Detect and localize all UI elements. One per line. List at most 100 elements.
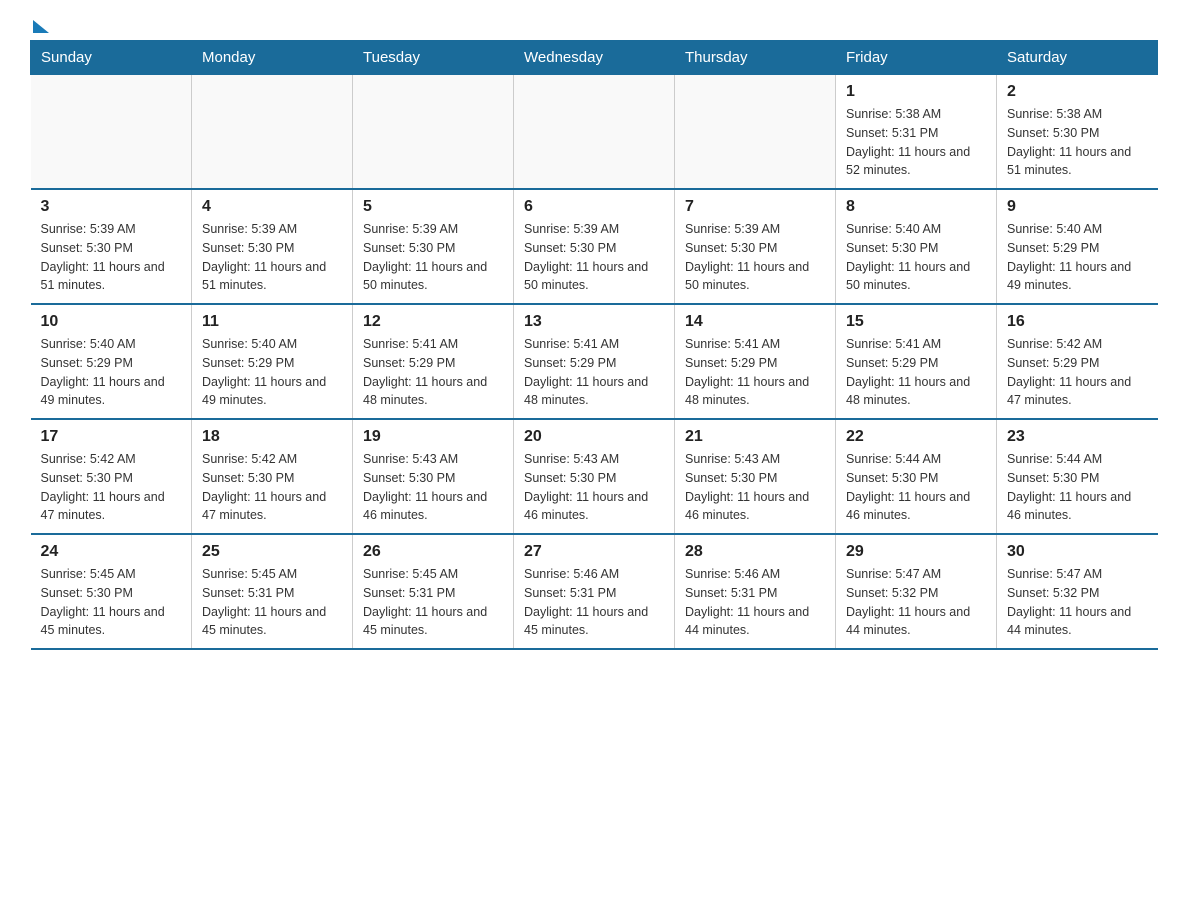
day-info: Sunrise: 5:47 AMSunset: 5:32 PMDaylight:… xyxy=(1007,565,1148,640)
day-info: Sunrise: 5:40 AMSunset: 5:29 PMDaylight:… xyxy=(1007,220,1148,295)
day-number: 29 xyxy=(846,543,986,561)
calendar-cell: 10 Sunrise: 5:40 AMSunset: 5:29 PMDayligh… xyxy=(31,304,192,419)
day-info: Sunrise: 5:43 AMSunset: 5:30 PMDaylight:… xyxy=(363,450,503,525)
day-number: 16 xyxy=(1007,313,1148,331)
day-number: 18 xyxy=(202,428,342,446)
day-info: Sunrise: 5:39 AMSunset: 5:30 PMDaylight:… xyxy=(363,220,503,295)
day-number: 5 xyxy=(363,198,503,216)
calendar-week-row: 10 Sunrise: 5:40 AMSunset: 5:29 PMDayligh… xyxy=(31,304,1158,419)
day-info: Sunrise: 5:42 AMSunset: 5:29 PMDaylight:… xyxy=(1007,335,1148,410)
day-number: 2 xyxy=(1007,83,1148,101)
calendar-week-row: 1 Sunrise: 5:38 AMSunset: 5:31 PMDaylight… xyxy=(31,75,1158,190)
day-info: Sunrise: 5:47 AMSunset: 5:32 PMDaylight:… xyxy=(846,565,986,640)
day-info: Sunrise: 5:41 AMSunset: 5:29 PMDaylight:… xyxy=(846,335,986,410)
day-info: Sunrise: 5:45 AMSunset: 5:30 PMDaylight:… xyxy=(41,565,182,640)
day-info: Sunrise: 5:41 AMSunset: 5:29 PMDaylight:… xyxy=(524,335,664,410)
day-header-sunday: Sunday xyxy=(31,41,192,75)
day-info: Sunrise: 5:38 AMSunset: 5:30 PMDaylight:… xyxy=(1007,105,1148,180)
calendar-cell: 1 Sunrise: 5:38 AMSunset: 5:31 PMDaylight… xyxy=(836,75,997,190)
calendar-cell: 24 Sunrise: 5:45 AMSunset: 5:30 PMDayligh… xyxy=(31,534,192,649)
day-info: Sunrise: 5:44 AMSunset: 5:30 PMDaylight:… xyxy=(1007,450,1148,525)
day-info: Sunrise: 5:41 AMSunset: 5:29 PMDaylight:… xyxy=(685,335,825,410)
calendar-cell: 15 Sunrise: 5:41 AMSunset: 5:29 PMDayligh… xyxy=(836,304,997,419)
day-header-friday: Friday xyxy=(836,41,997,75)
day-info: Sunrise: 5:45 AMSunset: 5:31 PMDaylight:… xyxy=(363,565,503,640)
calendar-cell: 30Sunrise: 5:47 AMSunset: 5:32 PMDayligh… xyxy=(997,534,1158,649)
day-number: 8 xyxy=(846,198,986,216)
day-number: 27 xyxy=(524,543,664,561)
day-number: 23 xyxy=(1007,428,1148,446)
calendar-cell: 19 Sunrise: 5:43 AMSunset: 5:30 PMDayligh… xyxy=(353,419,514,534)
calendar-cell: 20Sunrise: 5:43 AMSunset: 5:30 PMDayligh… xyxy=(514,419,675,534)
day-info: Sunrise: 5:43 AMSunset: 5:30 PMDaylight:… xyxy=(524,450,664,525)
calendar-cell xyxy=(514,75,675,190)
day-header-monday: Monday xyxy=(192,41,353,75)
calendar-week-row: 3 Sunrise: 5:39 AMSunset: 5:30 PMDaylight… xyxy=(31,189,1158,304)
calendar-cell: 4 Sunrise: 5:39 AMSunset: 5:30 PMDaylight… xyxy=(192,189,353,304)
day-info: Sunrise: 5:41 AMSunset: 5:29 PMDaylight:… xyxy=(363,335,503,410)
calendar-cell xyxy=(353,75,514,190)
calendar-cell: 2 Sunrise: 5:38 AMSunset: 5:30 PMDaylight… xyxy=(997,75,1158,190)
day-info: Sunrise: 5:46 AMSunset: 5:31 PMDaylight:… xyxy=(524,565,664,640)
day-number: 3 xyxy=(41,198,182,216)
day-info: Sunrise: 5:38 AMSunset: 5:31 PMDaylight:… xyxy=(846,105,986,180)
day-number: 14 xyxy=(685,313,825,331)
calendar-cell: 17 Sunrise: 5:42 AMSunset: 5:30 PMDayligh… xyxy=(31,419,192,534)
day-header-wednesday: Wednesday xyxy=(514,41,675,75)
calendar-cell: 29 Sunrise: 5:47 AMSunset: 5:32 PMDayligh… xyxy=(836,534,997,649)
day-header-tuesday: Tuesday xyxy=(353,41,514,75)
calendar-week-row: 24 Sunrise: 5:45 AMSunset: 5:30 PMDayligh… xyxy=(31,534,1158,649)
day-number: 17 xyxy=(41,428,182,446)
logo-triangle-icon xyxy=(33,20,49,33)
calendar-header-row: SundayMondayTuesdayWednesdayThursdayFrid… xyxy=(31,41,1158,75)
calendar-cell: 3 Sunrise: 5:39 AMSunset: 5:30 PMDaylight… xyxy=(31,189,192,304)
day-number: 24 xyxy=(41,543,182,561)
day-number: 19 xyxy=(363,428,503,446)
day-info: Sunrise: 5:40 AMSunset: 5:29 PMDaylight:… xyxy=(202,335,342,410)
day-number: 9 xyxy=(1007,198,1148,216)
day-number: 13 xyxy=(524,313,664,331)
day-info: Sunrise: 5:39 AMSunset: 5:30 PMDaylight:… xyxy=(41,220,182,295)
calendar-week-row: 17 Sunrise: 5:42 AMSunset: 5:30 PMDayligh… xyxy=(31,419,1158,534)
day-number: 25 xyxy=(202,543,342,561)
day-number: 21 xyxy=(685,428,825,446)
calendar-cell xyxy=(675,75,836,190)
calendar-cell: 7 Sunrise: 5:39 AMSunset: 5:30 PMDaylight… xyxy=(675,189,836,304)
day-number: 12 xyxy=(363,313,503,331)
calendar-cell: 26Sunrise: 5:45 AMSunset: 5:31 PMDayligh… xyxy=(353,534,514,649)
page-header xyxy=(30,20,1158,30)
day-header-thursday: Thursday xyxy=(675,41,836,75)
day-info: Sunrise: 5:42 AMSunset: 5:30 PMDaylight:… xyxy=(41,450,182,525)
day-info: Sunrise: 5:39 AMSunset: 5:30 PMDaylight:… xyxy=(685,220,825,295)
calendar-cell: 14 Sunrise: 5:41 AMSunset: 5:29 PMDayligh… xyxy=(675,304,836,419)
day-info: Sunrise: 5:40 AMSunset: 5:30 PMDaylight:… xyxy=(846,220,986,295)
day-number: 10 xyxy=(41,313,182,331)
calendar-cell: 6 Sunrise: 5:39 AMSunset: 5:30 PMDaylight… xyxy=(514,189,675,304)
calendar-cell: 18 Sunrise: 5:42 AMSunset: 5:30 PMDayligh… xyxy=(192,419,353,534)
logo xyxy=(30,20,49,30)
day-info: Sunrise: 5:46 AMSunset: 5:31 PMDaylight:… xyxy=(685,565,825,640)
day-info: Sunrise: 5:44 AMSunset: 5:30 PMDaylight:… xyxy=(846,450,986,525)
day-number: 22 xyxy=(846,428,986,446)
day-info: Sunrise: 5:45 AMSunset: 5:31 PMDaylight:… xyxy=(202,565,342,640)
day-info: Sunrise: 5:39 AMSunset: 5:30 PMDaylight:… xyxy=(202,220,342,295)
calendar-cell: 16 Sunrise: 5:42 AMSunset: 5:29 PMDayligh… xyxy=(997,304,1158,419)
day-number: 11 xyxy=(202,313,342,331)
day-number: 7 xyxy=(685,198,825,216)
calendar-cell: 28 Sunrise: 5:46 AMSunset: 5:31 PMDayligh… xyxy=(675,534,836,649)
calendar-cell xyxy=(192,75,353,190)
day-number: 1 xyxy=(846,83,986,101)
day-info: Sunrise: 5:42 AMSunset: 5:30 PMDaylight:… xyxy=(202,450,342,525)
calendar-cell: 23 Sunrise: 5:44 AMSunset: 5:30 PMDayligh… xyxy=(997,419,1158,534)
calendar-cell: 5 Sunrise: 5:39 AMSunset: 5:30 PMDaylight… xyxy=(353,189,514,304)
day-number: 15 xyxy=(846,313,986,331)
calendar-cell: 25 Sunrise: 5:45 AMSunset: 5:31 PMDayligh… xyxy=(192,534,353,649)
calendar-cell: 12 Sunrise: 5:41 AMSunset: 5:29 PMDayligh… xyxy=(353,304,514,419)
day-number: 4 xyxy=(202,198,342,216)
calendar-cell: 21Sunrise: 5:43 AMSunset: 5:30 PMDayligh… xyxy=(675,419,836,534)
day-number: 28 xyxy=(685,543,825,561)
day-info: Sunrise: 5:39 AMSunset: 5:30 PMDaylight:… xyxy=(524,220,664,295)
day-number: 6 xyxy=(524,198,664,216)
day-info: Sunrise: 5:40 AMSunset: 5:29 PMDaylight:… xyxy=(41,335,182,410)
calendar-cell: 13 Sunrise: 5:41 AMSunset: 5:29 PMDayligh… xyxy=(514,304,675,419)
